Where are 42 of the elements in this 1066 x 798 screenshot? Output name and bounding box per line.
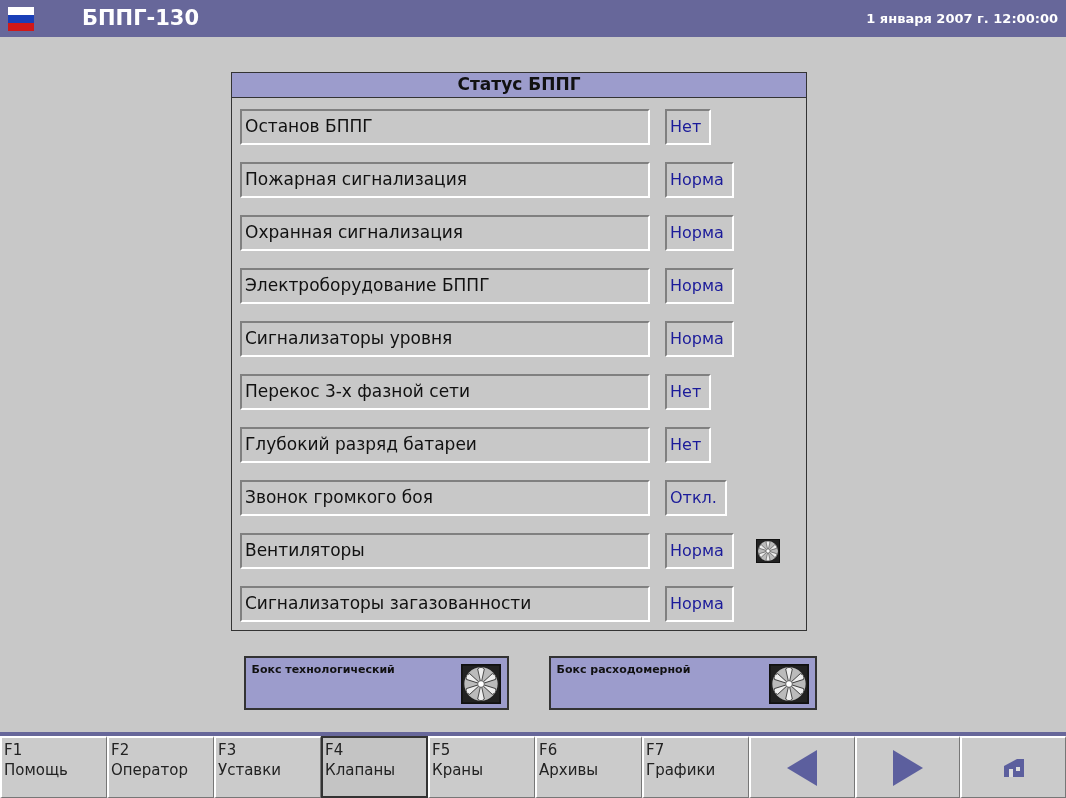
status-label: Глубокий разряд батареи [240,427,650,463]
fan-icon [460,664,501,704]
function-key[interactable]: F3 Уставки [214,736,321,798]
status-value: Норма [665,162,734,198]
home-icon [1002,757,1025,778]
device-title: БППГ-130 [82,4,200,32]
status-label: Перекос 3-х фазной сети [240,374,650,410]
home-button[interactable] [960,736,1066,798]
status-value: Нет [665,374,712,410]
status-label: Сигнализаторы уровня [240,321,650,357]
status-value: Норма [665,321,734,357]
status-label: Вентиляторы [240,533,650,569]
status-value: Норма [665,586,734,622]
forward-button[interactable] [854,736,961,798]
status-label: Сигнализаторы загазованности [240,586,650,622]
status-value: Нет [665,109,712,145]
flag-icon [8,6,34,31]
status-value: Нет [665,427,712,463]
box-label: Бокс расходомерной [556,662,691,678]
function-key[interactable]: F1 Помощь [0,736,107,798]
status-label: Звонок громкого боя [240,480,650,516]
function-key[interactable]: F7 Графики [642,736,749,798]
function-key[interactable]: F5 Краны [428,736,535,798]
right-arrow-icon [891,747,925,788]
panel-title: Статус БППГ [232,73,806,98]
status-value: Норма [665,215,734,251]
left-arrow-icon [785,747,820,788]
status-label: Останов БППГ [240,109,650,145]
status-label: Охранная сигнализация [240,215,650,251]
box-label: Бокс технологический [251,662,395,678]
status-label: Электроборудование БППГ [240,268,650,304]
back-button[interactable] [749,736,855,798]
status-label: Пожарная сигнализация [240,162,650,198]
status-value: Норма [665,533,734,569]
function-key[interactable]: F6 Архивы [535,736,642,798]
date-time: 1 января 2007 г. 12:00:00 [866,9,1058,28]
function-key[interactable]: F4 Клапаны [321,736,428,798]
fan-icon [755,539,780,563]
status-value: Откл. [665,480,727,516]
status-value: Норма [665,268,734,304]
function-key[interactable]: F2 Оператор [107,736,214,798]
fan-icon [768,664,809,704]
